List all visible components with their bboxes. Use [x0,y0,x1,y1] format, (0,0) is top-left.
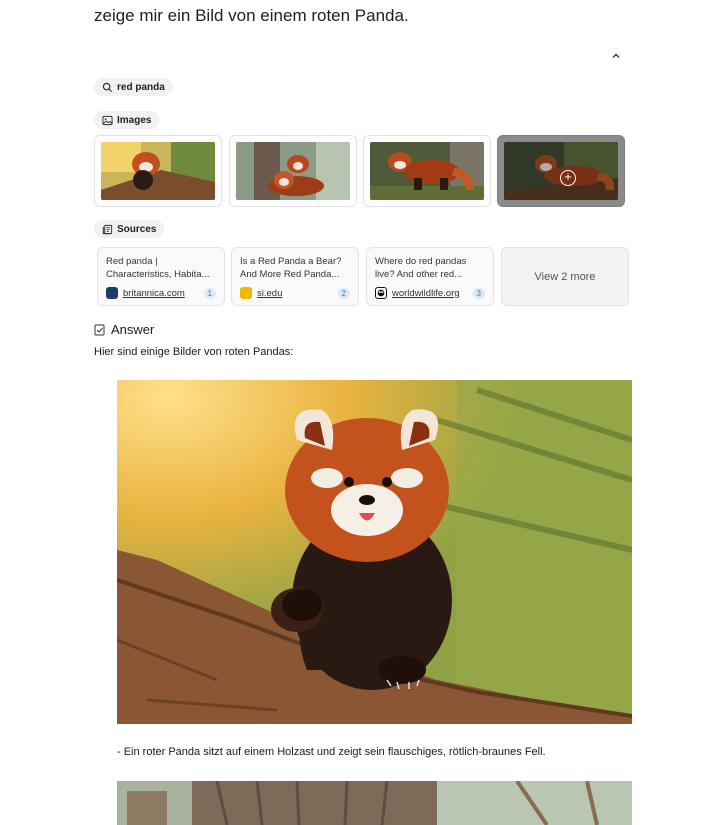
image-icon [102,115,113,125]
source-index-badge: 2 [337,287,350,299]
red-panda-thumb-1 [101,142,215,200]
source-index-badge: 3 [472,287,485,299]
search-icon [102,82,113,92]
image-thumbnail-view-more[interactable]: + [497,135,625,207]
user-query: zeige mir ein Bild von einem roten Panda… [94,6,409,25]
source-domain[interactable]: britannica.com [123,288,199,299]
source-card[interactable]: Where do red pandas live? And other red.… [366,247,494,306]
answer-heading: Answer [94,322,154,337]
source-title: Is a Red Panda a Bear? And More Red Pand… [240,256,342,280]
britannica-favicon-icon [106,287,118,299]
red-panda-thumb-2 [236,142,350,200]
images-section-chip: Images [94,111,160,129]
sources-icon [102,224,113,234]
view-more-sources-button[interactable]: View 2 more [501,247,629,306]
image-thumbnail[interactable] [363,135,491,207]
si-edu-favicon-icon [240,287,252,299]
red-panda-second-image [117,781,632,825]
source-card[interactable]: Red panda | Characteristics, Habita... b… [97,247,225,306]
red-panda-thumb-4 [504,142,618,200]
source-title: Where do red pandas live? And other red.… [375,256,467,280]
sources-section-chip: Sources [94,220,165,238]
red-panda-thumb-3 [370,142,484,200]
plus-circle-icon: + [560,170,576,186]
source-card[interactable]: Is a Red Panda a Bear? And More Red Pand… [231,247,359,306]
red-panda-main-image [117,380,632,724]
source-title: Red panda | Characteristics, Habita... [106,256,210,280]
images-section-label: Images [117,114,152,126]
answer-heading-label: Answer [111,322,155,337]
source-domain[interactable]: worldwildlife.org [392,288,468,299]
image-thumbnail[interactable] [229,135,357,207]
sources-section-label: Sources [117,223,157,235]
wwf-panda-favicon-icon [375,287,387,299]
answer-doc-icon [94,324,105,335]
source-index-badge: 1 [203,287,216,299]
search-query-chip[interactable]: red panda [94,78,173,96]
image-thumbnail[interactable] [94,135,222,207]
source-domain[interactable]: si.edu [257,288,333,299]
answer-intro: Hier sind einige Bilder von roten Pandas… [94,346,294,358]
collapse-chevron-icon[interactable] [608,48,624,64]
search-query-label: red panda [117,81,165,93]
image-caption: - Ein roter Panda sitzt auf einem Holzas… [117,746,546,758]
